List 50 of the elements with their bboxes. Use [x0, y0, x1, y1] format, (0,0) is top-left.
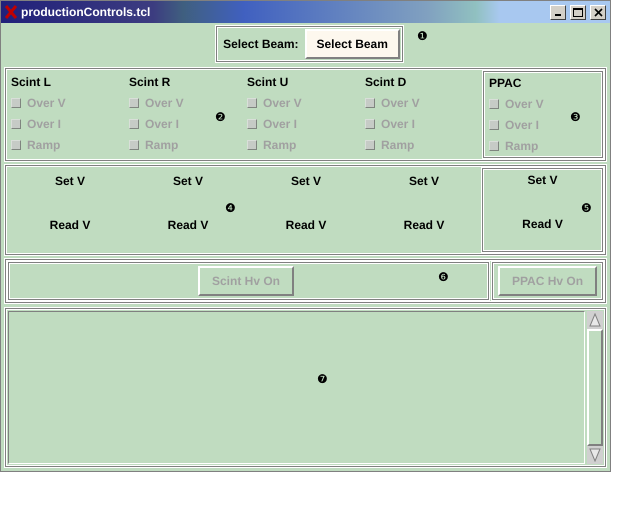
checkbox-label: Over V — [263, 96, 302, 110]
detector-name: Scint U — [247, 75, 290, 89]
set-voltage-label: Set V — [172, 174, 203, 188]
callout-marker: ❺ — [581, 202, 592, 214]
checkbox-label: Over I — [27, 117, 62, 131]
checkbox-label: Over V — [145, 96, 184, 110]
checkbox-label: Over V — [381, 96, 420, 110]
up-arrow-icon — [589, 313, 601, 327]
down-arrow-icon — [589, 448, 601, 462]
checkbox-label: Over I — [263, 117, 298, 131]
read-voltage-label: Read V — [522, 217, 563, 231]
callout-marker: ❷ — [215, 111, 226, 123]
scroll-down-button[interactable] — [587, 446, 603, 464]
checkbox-label: Ramp — [145, 138, 178, 152]
set-voltage-label: Set V — [408, 174, 439, 188]
checkbox-label: Over V — [505, 97, 544, 111]
callout-marker: ❻ — [438, 271, 449, 283]
read-voltage-label: Read V — [404, 218, 444, 232]
close-button[interactable] — [590, 4, 606, 20]
set-voltage-label: Set V — [290, 174, 321, 188]
checkbox-label: Over I — [145, 117, 180, 131]
checkbox-label: Ramp — [381, 138, 414, 152]
beam-label: Select Beam: — [222, 37, 298, 51]
maximize-button[interactable] — [570, 4, 586, 20]
callout-marker: ❶ — [417, 30, 428, 42]
callout-marker: ❹ — [225, 202, 236, 214]
detector-name: Scint L — [11, 75, 52, 89]
detector-name: Scint R — [129, 75, 172, 89]
window-title: productionControls.tcl — [21, 5, 152, 19]
checkbox-label: Over I — [381, 117, 416, 131]
detector-name: PPAC — [489, 76, 522, 90]
checkbox-label: Ramp — [263, 138, 296, 152]
checkbox-label: Over V — [27, 96, 66, 110]
select-beam-button[interactable]: Select Beam — [304, 29, 400, 59]
checkbox-label: Over I — [505, 118, 540, 132]
set-voltage-label: Set V — [54, 174, 85, 188]
maximize-icon — [573, 8, 583, 16]
callout-marker: ❼ — [317, 373, 328, 385]
read-voltage-label: Read V — [50, 218, 90, 232]
read-voltage-label: Read V — [168, 218, 208, 232]
checkbox-label: Ramp — [505, 139, 538, 153]
close-icon — [594, 8, 602, 16]
read-voltage-label: Read V — [286, 218, 326, 232]
set-voltage-label: Set V — [527, 173, 558, 187]
app-icon — [5, 5, 17, 19]
minimize-button[interactable] — [550, 4, 566, 20]
callout-marker: ❸ — [570, 111, 581, 123]
scroll-up-button[interactable] — [587, 311, 603, 329]
checkbox-label: Ramp — [27, 138, 60, 152]
detector-name: Scint D — [365, 75, 408, 89]
